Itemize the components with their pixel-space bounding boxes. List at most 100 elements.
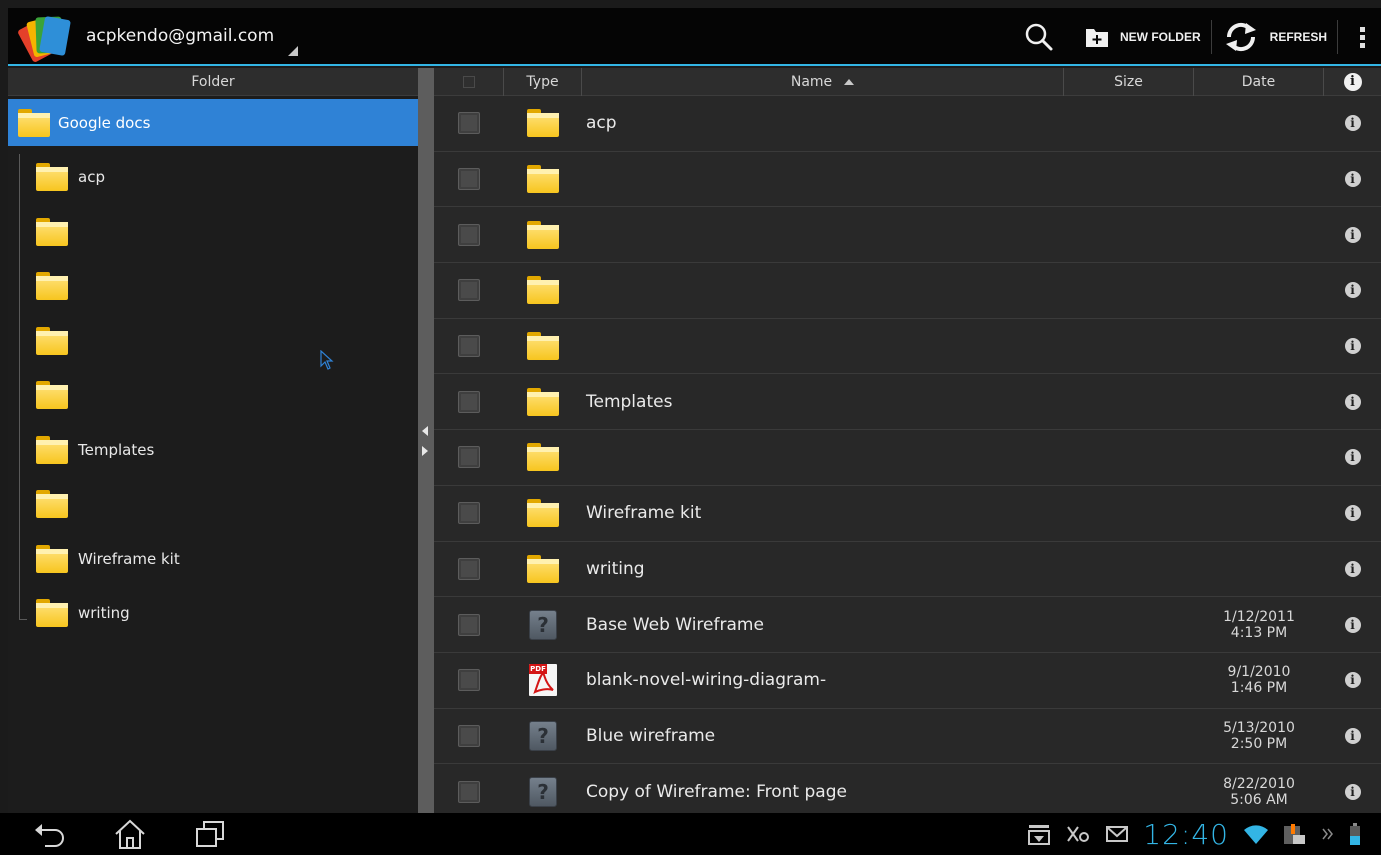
info-icon[interactable]: i — [1344, 616, 1361, 633]
file-date: 8/22/2010 — [1223, 775, 1295, 792]
file-size — [1064, 96, 1194, 151]
column-header-name[interactable]: Name — [582, 68, 1064, 96]
select-all-checkbox[interactable] — [434, 68, 504, 96]
file-name: Blue wireframe — [586, 725, 716, 746]
row-checkbox[interactable] — [458, 557, 480, 580]
collapse-left-icon[interactable] — [422, 426, 428, 436]
pane-splitter[interactable] — [418, 68, 434, 813]
status-area[interactable]: 12:40 — [1027, 813, 1361, 855]
row-checkbox[interactable] — [458, 390, 480, 413]
tree-item[interactable]: Wireframe kit — [8, 532, 418, 587]
row-checkbox-cell — [434, 374, 504, 429]
column-header-date[interactable]: Date — [1194, 68, 1324, 96]
tree-item[interactable]: acp — [8, 150, 418, 205]
file-row[interactable]: i — [434, 430, 1381, 486]
tree-item[interactable] — [8, 259, 418, 314]
info-icon[interactable]: i — [1344, 338, 1361, 355]
file-row[interactable]: ? Base Web Wireframe 1/12/2011 4:13 PM i — [434, 597, 1381, 653]
row-checkbox[interactable] — [458, 502, 480, 525]
file-list: acp i i i i i Templates i i Wireframe kit i writing… — [434, 96, 1381, 813]
tree-item-label: Wireframe kit — [78, 549, 180, 568]
back-button[interactable] — [20, 813, 80, 855]
recent-apps-button[interactable] — [180, 813, 240, 855]
account-selector[interactable]: acpkendo@gmail.com — [86, 16, 299, 56]
battery-icon — [1350, 823, 1360, 845]
info-icon[interactable]: i — [1344, 226, 1361, 243]
row-checkbox[interactable] — [458, 613, 480, 636]
file-name: blank-novel-wiring-diagram- — [586, 670, 827, 691]
row-info-cell: i — [1324, 653, 1381, 708]
overflow-menu-icon[interactable] — [1338, 26, 1381, 48]
file-row[interactable]: Wireframe kit i — [434, 486, 1381, 542]
tree-item-label: acp — [78, 168, 105, 187]
row-checkbox[interactable] — [458, 780, 480, 803]
row-checkbox[interactable] — [458, 724, 480, 747]
file-row[interactable]: i — [434, 263, 1381, 319]
system-bar: 12:40 — [0, 813, 1381, 855]
account-email: acpkendo@gmail.com — [86, 26, 275, 46]
row-checkbox[interactable] — [458, 279, 480, 302]
app-logo-icon[interactable] — [17, 13, 72, 63]
file-row[interactable]: i — [434, 319, 1381, 375]
file-row[interactable]: ? Blue wireframe 5/13/2010 2:50 PM i — [434, 709, 1381, 765]
row-checkbox-cell — [434, 597, 504, 652]
search-button[interactable] — [1004, 8, 1074, 66]
row-checkbox-cell — [434, 764, 504, 813]
info-icon[interactable]: i — [1344, 727, 1361, 744]
file-size — [1064, 653, 1194, 708]
info-icon[interactable]: i — [1344, 282, 1361, 299]
info-icon[interactable]: i — [1344, 449, 1361, 466]
tree-item[interactable]: Templates — [8, 423, 418, 478]
folder-icon — [527, 499, 559, 528]
folder-tree-pane: Folder Google docs acp Templates Wireframe… — [8, 68, 418, 813]
file-row[interactable]: ? Copy of Wireframe: Front page 8/22/2010 5… — [434, 764, 1381, 813]
info-icon[interactable]: i — [1344, 783, 1361, 800]
file-name: acp — [586, 113, 617, 134]
tree-root-google-docs[interactable]: Google docs — [8, 99, 418, 146]
info-icon[interactable]: i — [1344, 560, 1361, 577]
file-date-cell — [1194, 542, 1324, 597]
search-icon — [1025, 23, 1053, 51]
column-header-type[interactable]: Type — [504, 68, 582, 96]
file-date-cell: 1/12/2011 4:13 PM — [1194, 597, 1324, 652]
expand-right-icon[interactable] — [422, 446, 428, 456]
file-row[interactable]: Templates i — [434, 374, 1381, 431]
file-row[interactable]: i — [434, 152, 1381, 208]
home-button[interactable] — [100, 813, 160, 855]
column-header-size[interactable]: Size — [1064, 68, 1194, 96]
tree-item[interactable]: writing — [8, 586, 418, 641]
unknown-file-icon: ? — [529, 776, 557, 807]
sync-icon — [1067, 826, 1090, 842]
gmail-icon — [1106, 826, 1129, 842]
file-row[interactable]: PDF blank-novel-wiring-diagram- 9/1/2010 1:… — [434, 653, 1381, 709]
tree-item[interactable] — [8, 314, 418, 369]
tree-item[interactable] — [8, 368, 418, 423]
refresh-button[interactable]: REFRESH — [1212, 8, 1337, 66]
type-cell — [504, 263, 582, 318]
tree-item[interactable] — [8, 477, 418, 532]
row-checkbox[interactable] — [458, 223, 480, 246]
folder-icon — [36, 490, 68, 519]
type-cell: PDF — [504, 653, 582, 708]
row-checkbox[interactable] — [458, 168, 480, 191]
info-icon[interactable]: i — [1344, 393, 1361, 410]
info-icon[interactable]: i — [1344, 115, 1361, 132]
file-row[interactable]: acp i — [434, 96, 1381, 152]
row-checkbox[interactable] — [458, 335, 480, 358]
info-icon[interactable]: i — [1344, 171, 1361, 188]
file-name: Base Web Wireframe — [586, 614, 764, 635]
row-checkbox[interactable] — [458, 669, 480, 692]
folder-icon — [527, 332, 559, 361]
file-size — [1064, 152, 1194, 207]
file-date-cell: 9/1/2010 1:46 PM — [1194, 653, 1324, 708]
tree-item[interactable] — [8, 205, 418, 260]
info-icon[interactable]: i — [1344, 672, 1361, 689]
row-checkbox[interactable] — [458, 112, 480, 135]
file-row[interactable]: i — [434, 207, 1381, 264]
info-icon[interactable]: i — [1344, 505, 1361, 522]
new-folder-button[interactable]: NEW FOLDER — [1074, 8, 1211, 66]
row-checkbox[interactable] — [458, 446, 480, 469]
file-name — [582, 263, 1064, 318]
folder-icon — [36, 217, 68, 246]
file-row[interactable]: writing i — [434, 542, 1381, 598]
